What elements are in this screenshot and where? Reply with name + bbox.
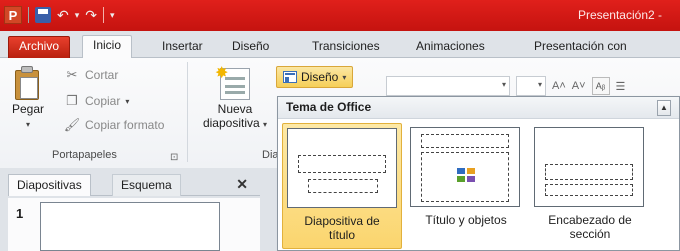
new-slide-label-1: Nueva bbox=[217, 102, 253, 116]
layout-label-line1: Título y objetos bbox=[425, 213, 507, 227]
clear-formatting-icon[interactable]: Aᵦ bbox=[591, 77, 610, 95]
format-painter-label: Copiar formato bbox=[85, 118, 165, 132]
ribbon-tabs: Archivo Inicio Insertar Diseño Transicio… bbox=[0, 31, 680, 72]
save-icon[interactable] bbox=[35, 7, 51, 23]
layout-label: Encabezado de sección bbox=[530, 213, 650, 241]
content-placeholder-icon bbox=[457, 168, 477, 184]
paste-label: Pegar bbox=[11, 102, 45, 116]
quick-access-toolbar: P ↶ ▾ ↷ ▾ bbox=[4, 6, 115, 24]
scroll-up-icon[interactable]: ▲ bbox=[657, 100, 671, 116]
clipboard-launcher-icon[interactable]: ⊡ bbox=[170, 148, 178, 166]
qat-separator bbox=[103, 7, 104, 23]
brush-icon: 🖌 bbox=[63, 117, 81, 132]
font-size-dropdown-icon[interactable]: ▾ bbox=[538, 80, 542, 89]
layout-icon bbox=[283, 71, 297, 83]
paste-button[interactable]: Pegar ▾ bbox=[8, 66, 48, 146]
tab-transiciones[interactable]: Transiciones bbox=[302, 37, 390, 58]
scissors-icon: ✂ bbox=[66, 67, 78, 82]
new-slide-icon: ✸ bbox=[215, 65, 250, 100]
tab-presentacion[interactable]: Presentación con diaposit bbox=[524, 37, 680, 72]
layout-thumbnail bbox=[287, 128, 397, 208]
tab-inicio[interactable]: Inicio bbox=[82, 35, 133, 59]
new-slide-label-2-text: diapositiva bbox=[202, 116, 260, 130]
format-painter-button[interactable]: 🖌 Copiar formato bbox=[63, 116, 165, 134]
layout-thumbnail bbox=[410, 127, 520, 207]
app-icon-letter: P bbox=[8, 7, 18, 23]
new-slide-dropdown-icon[interactable]: ▾ bbox=[263, 120, 267, 129]
group-separator bbox=[187, 62, 188, 162]
layout-label-line1: Encabezado de bbox=[548, 213, 632, 227]
font-size-combo[interactable]: ▾ bbox=[516, 76, 546, 96]
tab-esquema[interactable]: Esquema bbox=[112, 174, 181, 196]
gallery-title: Tema de Office bbox=[286, 100, 372, 114]
undo-dropdown-icon[interactable]: ▾ bbox=[75, 10, 80, 21]
slide-list-item[interactable]: 1 bbox=[8, 198, 260, 251]
new-slide-button[interactable]: ✸ Nueva diapositiva ▾ bbox=[192, 65, 278, 150]
grow-font-icon[interactable]: A˄ bbox=[552, 80, 566, 92]
layout-dropdown-icon: ▾ bbox=[342, 72, 347, 82]
layout-label-line2: título bbox=[328, 228, 355, 242]
font-controls: ▾ ▾ A˄ A˅ Aᵦ ☰ bbox=[386, 76, 625, 96]
slide-number: 1 bbox=[16, 206, 24, 221]
font-name-dropdown-icon[interactable]: ▾ bbox=[502, 80, 506, 89]
layout-label: Diapositiva de título bbox=[283, 214, 401, 242]
slides-panel: Diapositivas Esquema ✕ 1 bbox=[0, 168, 260, 251]
layout-label-line1: Diapositiva de bbox=[304, 214, 380, 228]
copy-icon: ❐ bbox=[66, 93, 78, 108]
shrink-font-icon[interactable]: A˅ bbox=[572, 80, 586, 92]
layout-label: Título y objetos bbox=[406, 213, 526, 227]
undo-icon[interactable]: ↶ bbox=[57, 7, 69, 23]
layout-section-header[interactable]: Encabezado de sección bbox=[530, 123, 650, 249]
tab-diseno[interactable]: Diseño bbox=[222, 37, 279, 58]
copy-label: Copiar bbox=[85, 94, 121, 108]
layout-gallery: Tema de Office ▲ Diapositiva de título T… bbox=[277, 96, 680, 251]
slide-thumbnail[interactable] bbox=[40, 202, 220, 251]
layout-thumbnail bbox=[534, 127, 644, 207]
layout-title-content[interactable]: Título y objetos bbox=[406, 123, 526, 249]
powerpoint-logo-icon[interactable]: P bbox=[4, 6, 22, 24]
qat-separator bbox=[28, 7, 29, 23]
copy-button[interactable]: ❐ Copiar ▾ bbox=[64, 92, 129, 110]
cut-button[interactable]: ✂ Cortar bbox=[64, 66, 119, 84]
font-name-combo[interactable]: ▾ bbox=[386, 76, 510, 96]
gallery-header: Tema de Office ▲ bbox=[278, 97, 679, 119]
close-icon[interactable]: ✕ bbox=[236, 176, 248, 193]
cut-label: Cortar bbox=[85, 68, 119, 82]
tab-diapositivas[interactable]: Diapositivas bbox=[8, 174, 91, 196]
new-slide-label-2: diapositiva ▾ bbox=[203, 116, 267, 130]
layout-label: Diseño bbox=[301, 70, 339, 84]
clipboard-group-label: Portapapeles bbox=[52, 149, 117, 161]
paste-dropdown-icon[interactable]: ▾ bbox=[26, 120, 30, 129]
panel-tabs: Diapositivas Esquema ✕ bbox=[8, 174, 260, 196]
layout-button[interactable]: Diseño ▾ bbox=[276, 66, 354, 88]
bullets-icon[interactable]: ☰ bbox=[616, 80, 626, 93]
layout-title-slide[interactable]: Diapositiva de título bbox=[282, 123, 402, 249]
window-title: Presentación2 - bbox=[577, 8, 662, 22]
copy-dropdown-icon[interactable]: ▾ bbox=[125, 97, 129, 106]
redo-icon[interactable]: ↷ bbox=[85, 7, 97, 23]
customize-qat-icon[interactable]: ▾ bbox=[110, 10, 115, 21]
paste-icon bbox=[13, 66, 43, 102]
tab-archivo[interactable]: Archivo bbox=[8, 36, 71, 58]
layout-label-line2: sección bbox=[569, 227, 611, 241]
tab-insertar[interactable]: Insertar bbox=[152, 37, 213, 58]
title-bar: P ↶ ▾ ↷ ▾ Presentación2 - bbox=[0, 0, 680, 31]
tab-animaciones[interactable]: Animaciones bbox=[406, 37, 495, 58]
